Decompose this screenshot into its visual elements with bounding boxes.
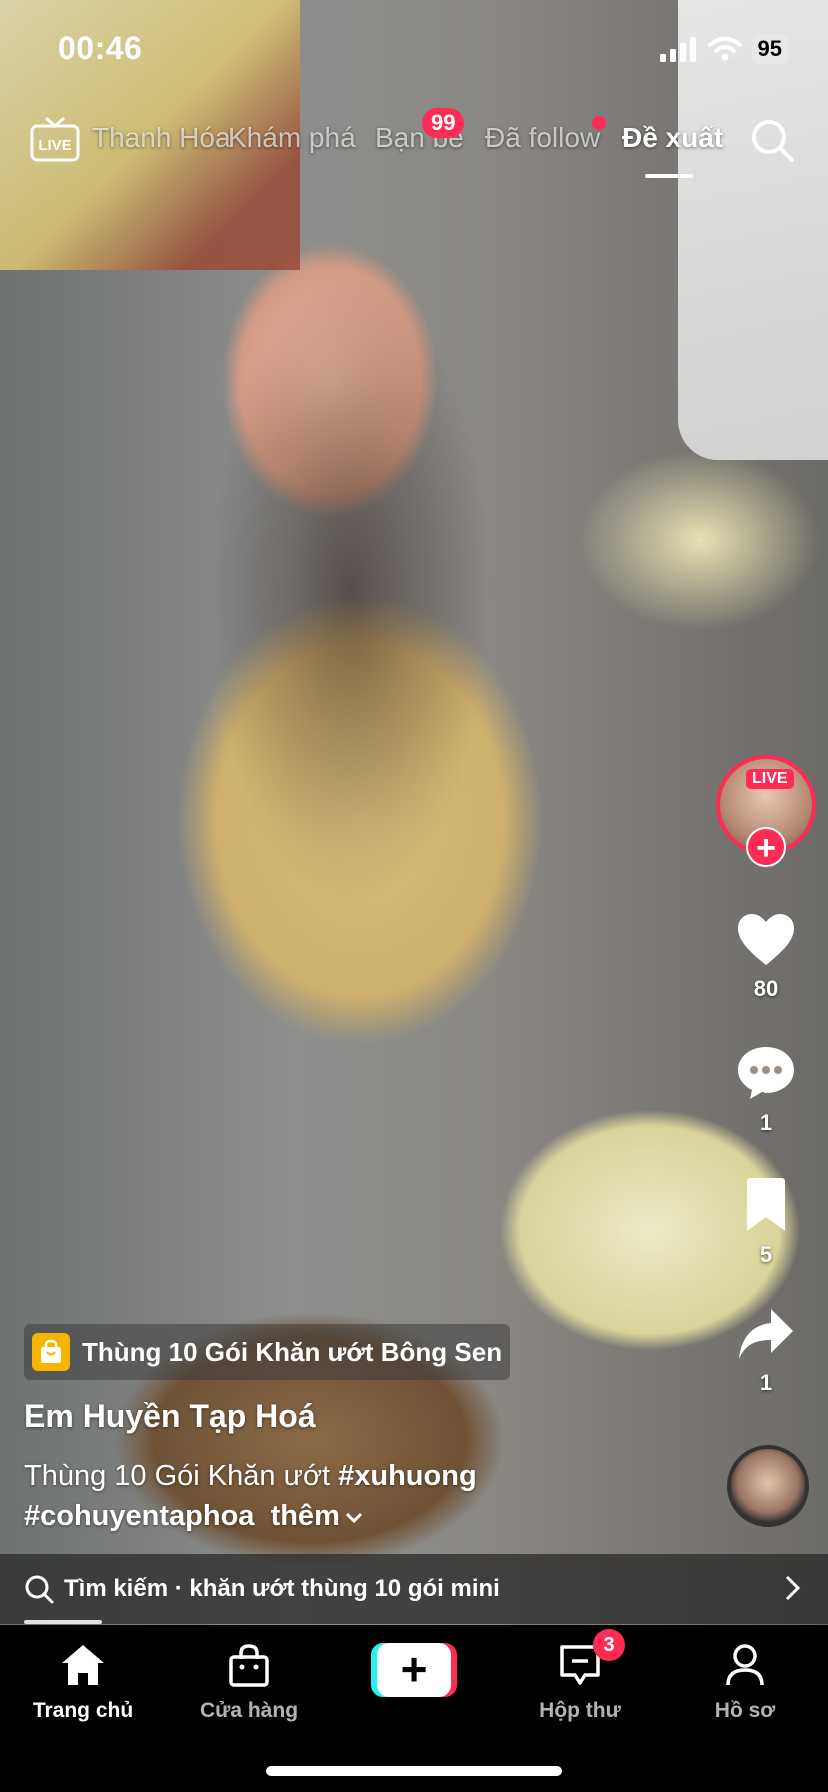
comment-button[interactable]: 1 xyxy=(716,1045,816,1136)
video-subject xyxy=(150,190,540,1090)
share-icon xyxy=(739,1309,793,1359)
author-name[interactable]: Em Huyền Tạp Hoá xyxy=(24,1398,316,1435)
hashtag-xuhuong[interactable]: #xuhuong xyxy=(338,1460,477,1492)
caption-text: Thùng 10 Gói Khăn ướt xyxy=(24,1460,339,1492)
chevron-right-icon xyxy=(785,1575,801,1601)
status-icons: 95 xyxy=(659,34,788,64)
product-title: Thùng 10 Gói Khăn ướt Bông Sen xyxy=(82,1336,503,1367)
share-count: 1 xyxy=(759,1370,773,1395)
search-prefix: Tìm kiếm xyxy=(64,1575,169,1602)
wifi-icon xyxy=(707,36,742,61)
active-tab-indicator xyxy=(645,174,693,178)
video-player[interactable] xyxy=(0,0,828,1630)
top-tabs: LIVE Thanh Hóa Khám phá Bạn bè 99 Đã fol… xyxy=(0,108,828,182)
nav-inbox[interactable]: 3 Hộp thư xyxy=(497,1629,663,1723)
save-button[interactable]: 5 xyxy=(716,1177,816,1268)
live-icon-label: LIVE xyxy=(38,137,71,154)
chevron-down-icon xyxy=(345,1512,362,1524)
like-count: 80 xyxy=(753,976,779,1001)
create-button[interactable]: + xyxy=(371,1643,457,1697)
tab-kham-pha[interactable]: Khám phá xyxy=(228,122,356,154)
search-icon[interactable] xyxy=(750,118,796,164)
follow-button[interactable]: + xyxy=(746,827,786,867)
search-query: khăn ướt thùng 10 gói mini xyxy=(189,1575,500,1602)
home-indicator xyxy=(266,1766,562,1776)
live-icon[interactable]: LIVE xyxy=(30,116,80,162)
video-caption[interactable]: Thùng 10 Gói Khăn ướt #xuhuong #cohuyent… xyxy=(24,1456,584,1536)
comment-count: 1 xyxy=(759,1110,773,1135)
search-suggestion-bar[interactable]: Tìm kiếm · khăn ướt thùng 10 gói mini xyxy=(0,1554,828,1624)
signal-icon xyxy=(659,37,696,62)
nav-inbox-label: Hộp thư xyxy=(539,1699,621,1722)
tab-da-follow[interactable]: Đã follow xyxy=(485,122,600,154)
tab-thanh-hoa[interactable]: Thanh Hóa xyxy=(92,122,231,154)
shopping-bag-icon xyxy=(32,1333,70,1371)
status-time: 00:46 xyxy=(58,30,143,66)
search-icon xyxy=(25,1575,54,1604)
live-badge: LIVE xyxy=(746,769,794,789)
profile-icon xyxy=(726,1644,764,1686)
plus-icon: + xyxy=(377,1643,451,1697)
hashtag-cohuyentaphoa[interactable]: #cohuyentaphoa xyxy=(24,1500,254,1532)
friends-badge: 99 xyxy=(422,108,465,138)
following-dot xyxy=(592,116,606,130)
nav-home[interactable]: Trang chủ xyxy=(0,1641,166,1723)
save-count: 5 xyxy=(759,1242,773,1267)
like-button[interactable]: 80 xyxy=(716,913,816,1002)
shop-bag-icon xyxy=(229,1644,269,1687)
comment-icon xyxy=(738,1047,794,1099)
battery-indicator: 95 xyxy=(751,34,788,64)
tab-de-xuat[interactable]: Đề xuất xyxy=(622,122,723,154)
status-bar: 00:46 95 xyxy=(0,0,828,100)
music-disc[interactable] xyxy=(727,1445,809,1527)
search-separator: · xyxy=(168,1575,190,1602)
nav-shop[interactable]: Cửa hàng xyxy=(166,1641,332,1723)
bookmark-icon xyxy=(747,1178,785,1231)
nav-profile-label: Hồ sơ xyxy=(714,1699,776,1722)
nav-home-label: Trang chủ xyxy=(32,1699,134,1722)
heart-icon xyxy=(738,914,794,965)
share-button[interactable]: 1 xyxy=(716,1307,816,1396)
product-link[interactable]: Thùng 10 Gói Khăn ướt Bông Sen xyxy=(24,1324,510,1380)
inbox-badge: 3 xyxy=(593,1629,625,1661)
home-icon xyxy=(62,1645,104,1685)
caption-more-button[interactable]: thêm xyxy=(271,1500,364,1532)
nav-profile[interactable]: Hồ sơ xyxy=(662,1641,828,1723)
video-progress[interactable] xyxy=(24,1620,102,1624)
nav-shop-label: Cửa hàng xyxy=(199,1699,299,1722)
caption-more-label: thêm xyxy=(270,1500,340,1532)
